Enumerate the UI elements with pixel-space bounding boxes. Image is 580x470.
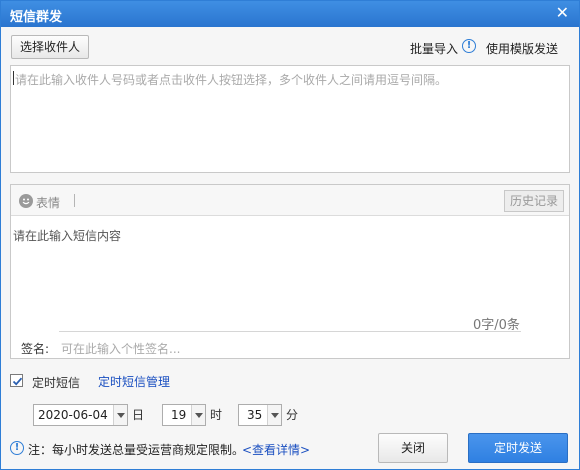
scheduled-sms-label[interactable]: 定时短信 <box>32 374 80 391</box>
bulk-import-link[interactable]: 批量导入 <box>410 40 458 57</box>
details-link[interactable]: <查看详情> <box>242 441 310 458</box>
message-input[interactable]: 请在此输入短信内容 <box>13 227 121 244</box>
recipients-input[interactable]: 请在此输入收件人号码或者点击收件人按钮选择，多个收件人之间请用逗号间隔。 <box>10 65 570 173</box>
scheduled-send-button[interactable]: 定时发送 <box>468 433 568 463</box>
minute-select[interactable]: 35 <box>238 404 282 426</box>
close-icon[interactable]: ✕ <box>556 4 569 22</box>
smiley-icon[interactable] <box>19 194 33 208</box>
history-button[interactable]: 历史记录 <box>504 190 564 212</box>
sms-dialog: 短信群发 ✕ 选择收件人 批量导入 ! 使用模版发送 请在此输入收件人号码或者点… <box>0 0 580 470</box>
chevron-down-icon[interactable] <box>113 405 127 425</box>
select-recipients-button[interactable]: 选择收件人 <box>11 35 89 59</box>
hour-unit: 时 <box>210 408 223 422</box>
minute-value: 35 <box>247 408 263 422</box>
select-recipients-label: 选择收件人 <box>19 40 80 54</box>
hour-value: 19 <box>171 408 187 422</box>
date-value: 2020-06-04 <box>38 408 108 422</box>
title-bar: 短信群发 ✕ <box>1 1 579 27</box>
message-composer: 表情 历史记录 请在此输入短信内容 0字/0条 签名: 可在此输入个性签名... <box>10 184 570 359</box>
limit-note: 注：每小时发送总量受运营商规定限制。 <box>28 443 245 457</box>
window-title: 短信群发 <box>10 10 63 25</box>
info-icon[interactable]: ! <box>462 39 476 53</box>
scheduled-sms-manage-link[interactable]: 定时短信管理 <box>98 373 170 390</box>
emoji-button[interactable]: 表情 <box>36 194 60 211</box>
minute-unit: 分 <box>286 408 299 422</box>
hour-select[interactable]: 19 <box>162 404 206 426</box>
chevron-down-icon[interactable] <box>191 405 205 425</box>
toolbar-divider <box>74 194 75 207</box>
close-button[interactable]: 关闭 <box>378 433 448 463</box>
composer-toolbar: 表情 历史记录 <box>11 185 569 216</box>
chevron-down-icon[interactable] <box>267 405 281 425</box>
scheduled-sms-checkbox[interactable] <box>10 374 23 387</box>
check-icon <box>12 377 23 386</box>
date-select[interactable]: 2020-06-04 <box>33 404 128 426</box>
signature-input[interactable]: 可在此输入个性签名... <box>61 340 180 357</box>
signature-label: 签名: <box>21 342 50 356</box>
recipients-placeholder: 请在此输入收件人号码或者点击收件人按钮选择，多个收件人之间请用逗号间隔。 <box>15 73 448 87</box>
date-unit: 日 <box>132 408 145 422</box>
close-button-label: 关闭 <box>400 441 425 455</box>
text-cursor <box>13 71 14 85</box>
signature-divider <box>59 331 521 332</box>
info-icon: ! <box>10 441 24 455</box>
scheduled-send-label: 定时发送 <box>493 441 542 455</box>
use-template-link[interactable]: 使用模版发送 <box>486 40 558 57</box>
